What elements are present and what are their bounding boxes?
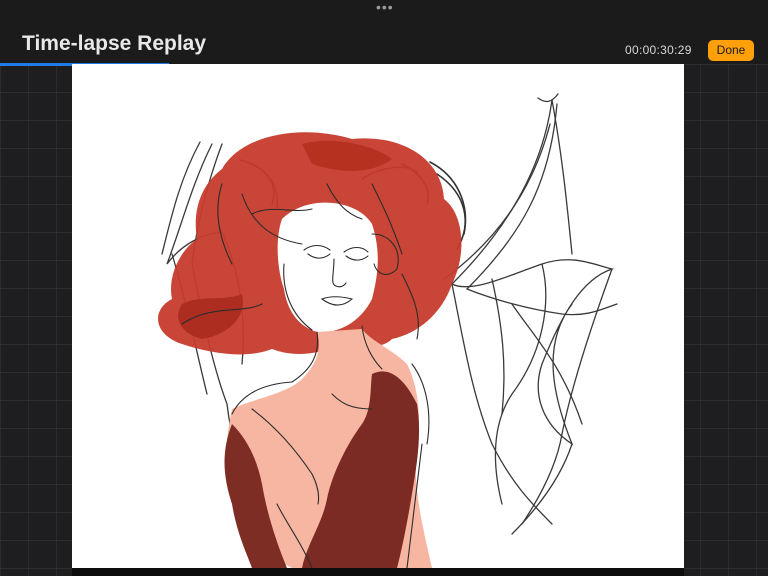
face-skin — [277, 202, 378, 333]
replay-canvas[interactable] — [72, 64, 684, 568]
done-button[interactable]: Done — [708, 40, 754, 61]
page-title: Time-lapse Replay — [22, 32, 207, 55]
timecode-display: 00:00:30:29 — [625, 43, 692, 57]
artwork-illustration — [158, 93, 618, 568]
top-bar: ••• Time-lapse Replay 00:00:30:29 Done — [0, 0, 768, 64]
canvas-bottom-edge — [72, 568, 684, 576]
more-dots-icon[interactable]: ••• — [376, 0, 394, 14]
